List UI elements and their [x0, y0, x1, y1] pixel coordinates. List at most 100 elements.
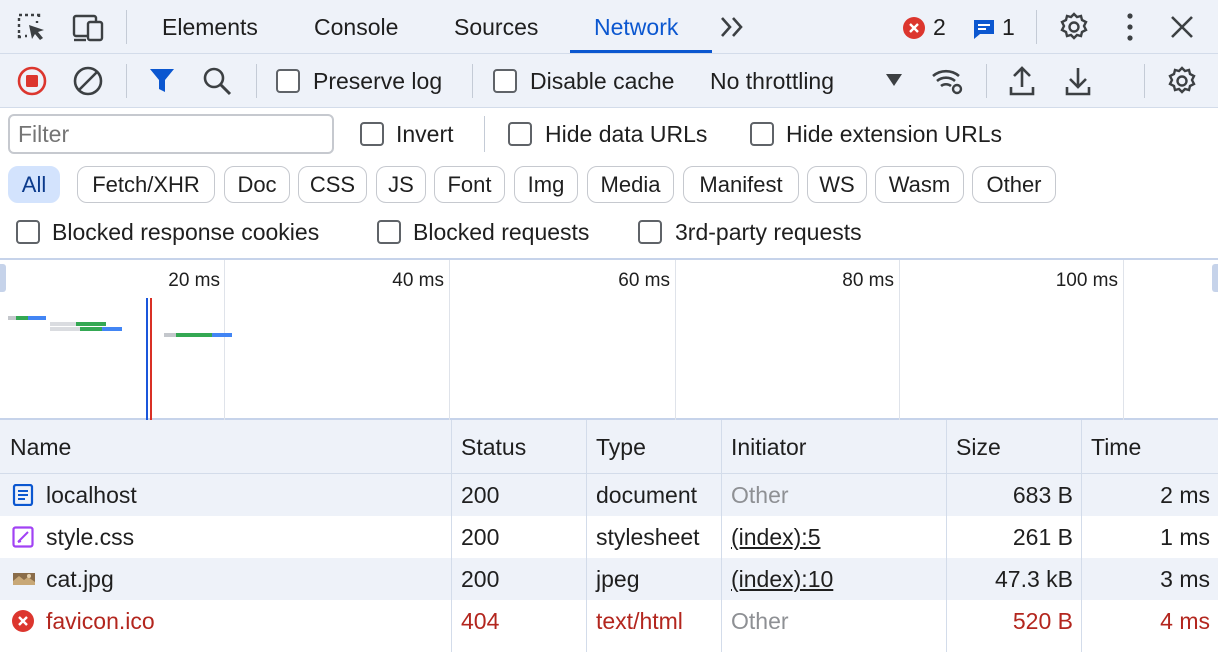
chip-font[interactable]: Font — [434, 166, 505, 203]
request-initiator-link[interactable]: (index):10 — [731, 558, 833, 600]
column-divider[interactable] — [1081, 420, 1082, 652]
overview-right-handle[interactable] — [1212, 264, 1218, 292]
settings-gear-icon[interactable] — [1058, 11, 1090, 43]
column-header-status[interactable]: Status — [461, 420, 526, 474]
hide-data-urls-checkbox[interactable] — [508, 122, 532, 146]
waterfall-bar — [80, 327, 102, 331]
network-settings-gear-icon[interactable] — [1166, 65, 1198, 97]
waterfall-bar — [212, 333, 232, 337]
request-initiator: Other — [731, 607, 789, 634]
column-header-size[interactable]: Size — [956, 420, 1001, 474]
throttling-select[interactable]: No throttling — [710, 68, 834, 95]
network-overview-timeline[interactable]: 20 ms 40 ms 60 ms 80 ms 100 ms — [0, 258, 1218, 420]
third-party-requests-checkbox[interactable] — [638, 220, 662, 244]
waterfall-bar — [50, 322, 76, 326]
column-divider[interactable] — [451, 420, 452, 652]
filter-funnel-icon[interactable] — [148, 66, 176, 96]
request-time: 1 ms — [1160, 523, 1210, 550]
chip-all[interactable]: All — [8, 166, 60, 203]
error-count-icon[interactable] — [902, 16, 926, 40]
error-count[interactable]: 2 — [933, 14, 946, 41]
chip-manifest[interactable]: Manifest — [683, 166, 799, 203]
request-status: 200 — [461, 565, 500, 592]
devtools-tab-bar: Elements Console Sources Network 2 1 — [0, 0, 1218, 54]
close-icon[interactable] — [1168, 13, 1196, 41]
request-type: jpeg — [596, 565, 640, 592]
hide-extension-urls-label: Hide extension URLs — [786, 121, 1003, 147]
blocked-requests-checkbox[interactable] — [377, 220, 401, 244]
divider — [256, 64, 257, 98]
chip-css[interactable]: CSS — [298, 166, 367, 203]
chip-media[interactable]: Media — [587, 166, 674, 203]
message-count[interactable]: 1 — [1002, 14, 1015, 41]
chip-doc[interactable]: Doc — [224, 166, 290, 203]
device-toolbar-icon[interactable] — [72, 12, 106, 44]
grid-line — [899, 260, 900, 420]
request-time: 4 ms — [1160, 607, 1210, 634]
dom-content-loaded-marker — [146, 298, 148, 420]
chip-wasm[interactable]: Wasm — [875, 166, 964, 203]
table-row[interactable]: favicon.ico 404 text/html Other 520 B 4 … — [0, 600, 1218, 642]
tick-label: 60 ms — [618, 270, 670, 291]
waterfall-bar — [164, 333, 176, 337]
inspect-element-icon[interactable] — [16, 12, 48, 44]
clear-icon[interactable] — [72, 66, 104, 96]
waterfall-bar — [102, 327, 122, 331]
network-conditions-icon[interactable] — [930, 66, 966, 96]
request-status: 404 — [461, 607, 500, 634]
divider — [472, 64, 473, 98]
invert-label: Invert — [396, 121, 454, 147]
column-header-time[interactable]: Time — [1091, 420, 1141, 474]
disable-cache-checkbox[interactable] — [493, 69, 517, 93]
column-divider[interactable] — [586, 420, 587, 652]
chip-fetch-xhr[interactable]: Fetch/XHR — [77, 166, 215, 203]
error-icon — [11, 609, 35, 633]
kebab-menu-icon[interactable] — [1118, 12, 1142, 42]
divider — [126, 10, 127, 44]
invert-checkbox[interactable] — [360, 122, 384, 146]
stop-recording-icon[interactable] — [16, 66, 48, 96]
column-header-name[interactable]: Name — [10, 420, 71, 474]
document-icon — [12, 484, 34, 506]
grid-line — [1123, 260, 1124, 420]
blocked-response-cookies-checkbox[interactable] — [16, 220, 40, 244]
tick-label: 80 ms — [842, 270, 894, 291]
waterfall-bar — [50, 327, 80, 331]
grid-line — [224, 260, 225, 420]
dropdown-arrow-icon[interactable] — [884, 72, 904, 88]
request-type: stylesheet — [596, 523, 700, 550]
column-divider[interactable] — [721, 420, 722, 652]
filter-input[interactable] — [8, 114, 334, 154]
third-party-requests-label: 3rd-party requests — [675, 219, 862, 245]
overview-left-handle[interactable] — [0, 264, 6, 292]
tab-network[interactable]: Network — [594, 0, 678, 54]
tab-elements[interactable]: Elements — [162, 0, 258, 54]
tab-console[interactable]: Console — [314, 0, 398, 54]
message-count-icon[interactable] — [972, 17, 996, 41]
preserve-log-checkbox[interactable] — [276, 69, 300, 93]
tab-sources[interactable]: Sources — [454, 0, 538, 54]
column-header-initiator[interactable]: Initiator — [731, 420, 806, 474]
divider — [1144, 64, 1145, 98]
column-divider[interactable] — [946, 420, 947, 652]
chip-js[interactable]: JS — [376, 166, 426, 203]
chip-ws[interactable]: WS — [807, 166, 867, 203]
stylesheet-icon — [12, 526, 34, 548]
request-initiator-link[interactable]: (index):5 — [731, 516, 820, 558]
table-row[interactable]: style.css 200 stylesheet (index):5 261 B… — [0, 516, 1218, 558]
column-header-type[interactable]: Type — [596, 420, 646, 474]
table-row[interactable]: localhost 200 document Other 683 B 2 ms — [0, 474, 1218, 516]
table-row[interactable]: cat.jpg 200 jpeg (index):10 47.3 kB 3 ms — [0, 558, 1218, 600]
chip-img[interactable]: Img — [514, 166, 578, 203]
chip-other[interactable]: Other — [972, 166, 1056, 203]
request-type: document — [596, 481, 698, 508]
waterfall-bar — [16, 316, 28, 320]
hide-extension-urls-checkbox[interactable] — [750, 122, 774, 146]
search-icon[interactable] — [202, 66, 232, 96]
more-tabs-icon[interactable] — [718, 14, 748, 40]
export-har-icon[interactable] — [1064, 65, 1092, 97]
request-type: text/html — [596, 607, 683, 634]
import-har-icon[interactable] — [1008, 65, 1036, 97]
hide-data-urls-label: Hide data URLs — [545, 121, 708, 147]
tick-label: 40 ms — [392, 270, 444, 291]
